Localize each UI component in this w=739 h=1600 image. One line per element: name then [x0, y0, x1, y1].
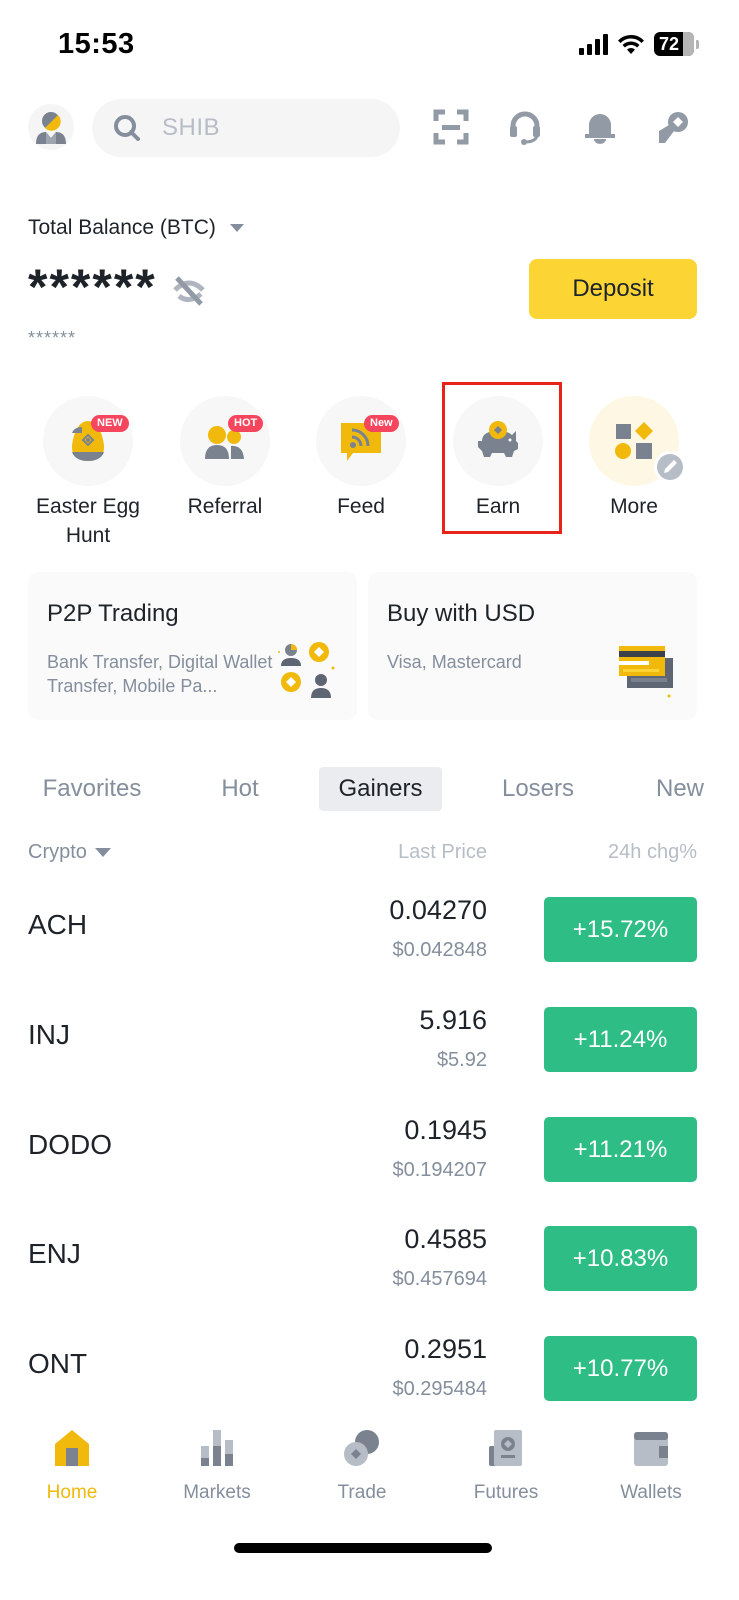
- hot-badge: HOT: [228, 415, 264, 432]
- usd-price: $0.457694: [392, 1268, 487, 1290]
- new-badge: New: [364, 415, 399, 432]
- home-indicator: [234, 1543, 492, 1553]
- more-apps-icon: [615, 422, 653, 459]
- market-row[interactable]: ACH 0.04270 $0.042848 +15.72%: [0, 895, 739, 1005]
- search-input[interactable]: SHIB: [92, 99, 400, 157]
- shortcut-grid: NEW Easter Egg Hunt HOT Referral New Fee…: [20, 396, 720, 556]
- notification-bell-icon[interactable]: [582, 109, 618, 145]
- card-subtitle: Bank Transfer, Digital Wallet Transfer, …: [47, 652, 273, 696]
- top-header: SHIB: [0, 97, 739, 161]
- total-balance-label: Total Balance (BTC): [28, 216, 216, 239]
- hide-balance-eye-icon[interactable]: [171, 272, 207, 308]
- shortcut-label: More: [610, 495, 658, 518]
- change-badge[interactable]: +10.83%: [544, 1226, 697, 1291]
- shortcut-label: Referral: [187, 495, 263, 518]
- futures-document-icon: [489, 1430, 522, 1466]
- last-price: 5.916: [419, 1005, 487, 1035]
- change-badge[interactable]: +11.24%: [544, 1007, 697, 1072]
- usd-price: $0.042848: [392, 939, 487, 961]
- card-title: Buy with USD: [387, 600, 536, 627]
- usd-price: $5.92: [436, 1049, 487, 1071]
- nav-trade[interactable]: Trade: [302, 1428, 422, 1504]
- last-price: 0.04270: [389, 895, 487, 925]
- market-row[interactable]: DODO 0.1945 $0.194207 +11.21%: [0, 1115, 739, 1225]
- battery-icon: 72: [654, 32, 694, 56]
- nav-label: Wallets: [620, 1482, 682, 1503]
- tab-gainers[interactable]: Gainers: [319, 767, 442, 811]
- tab-favorites[interactable]: Favorites: [28, 767, 156, 811]
- shortcut-easter-egg-hunt[interactable]: NEW Easter Egg Hunt: [20, 396, 156, 550]
- last-price: 0.1945: [404, 1115, 487, 1145]
- coin-symbol: DODO: [28, 1129, 112, 1160]
- home-icon: [55, 1430, 89, 1466]
- edit-pencil-icon[interactable]: [653, 450, 687, 484]
- caret-down-icon: [229, 224, 244, 232]
- change-badge[interactable]: +10.77%: [544, 1336, 697, 1401]
- nav-wallets[interactable]: Wallets: [591, 1428, 711, 1504]
- status-bar: 15:53 72: [0, 0, 739, 90]
- usd-price: $0.194207: [392, 1159, 487, 1181]
- last-price: 0.2951: [404, 1334, 487, 1364]
- bottom-nav: Home Markets Trade Futures Wallets: [0, 1420, 739, 1520]
- nav-label: Futures: [473, 1482, 539, 1503]
- nav-label: Markets: [183, 1482, 251, 1503]
- wifi-icon: [618, 34, 644, 54]
- usd-price: $0.295484: [392, 1378, 487, 1400]
- change-badge[interactable]: +15.72%: [544, 897, 697, 962]
- total-balance-selector[interactable]: Total Balance (BTC): [28, 216, 244, 240]
- market-row[interactable]: INJ 5.916 $5.92 +11.24%: [0, 1005, 739, 1115]
- coin-symbol: ONT: [28, 1348, 88, 1379]
- balance-fiat-value: ******: [28, 328, 77, 348]
- shortcut-more[interactable]: More: [566, 396, 702, 521]
- tab-hot[interactable]: Hot: [200, 767, 280, 811]
- nav-label: Home: [46, 1482, 98, 1503]
- search-icon: [114, 115, 140, 141]
- shortcut-label: Feed: [337, 495, 385, 518]
- wallet-icon: [634, 1432, 668, 1466]
- support-headset-icon[interactable]: [507, 109, 543, 145]
- tab-new[interactable]: New: [645, 767, 715, 811]
- card-subtitle: Visa, Mastercard: [387, 652, 522, 672]
- battery-level: 72: [659, 34, 680, 54]
- nav-markets[interactable]: Markets: [157, 1428, 277, 1504]
- last-price-header[interactable]: Last Price: [398, 841, 487, 864]
- status-time: 15:53: [58, 28, 135, 60]
- shortcut-feed[interactable]: New Feed: [293, 396, 429, 521]
- cellular-signal-icon: [579, 33, 608, 55]
- credit-card-icon: [619, 646, 673, 698]
- trade-coins-icon: [344, 1430, 379, 1466]
- caret-down-icon: [94, 848, 111, 857]
- user-avatar-icon: [36, 112, 66, 144]
- last-price: 0.4585: [404, 1224, 487, 1254]
- market-row[interactable]: ENJ 0.4585 $0.457694 +10.83%: [0, 1224, 739, 1334]
- crypto-sort-header[interactable]: Crypto: [28, 841, 111, 864]
- nav-futures[interactable]: Futures: [446, 1428, 566, 1504]
- change-badge[interactable]: +11.21%: [544, 1117, 697, 1182]
- coin-symbol: INJ: [28, 1019, 70, 1050]
- shortcut-referral[interactable]: HOT Referral: [157, 396, 293, 521]
- search-placeholder: SHIB: [162, 114, 221, 141]
- tab-losers[interactable]: Losers: [487, 767, 589, 811]
- card-title: P2P Trading: [47, 600, 179, 627]
- nav-label: Trade: [337, 1482, 387, 1503]
- buy-with-usd-card[interactable]: Buy with USD Visa, Mastercard: [368, 572, 697, 720]
- deposit-button[interactable]: Deposit: [529, 259, 697, 319]
- new-badge: NEW: [91, 415, 129, 432]
- change-header[interactable]: 24h chg%: [608, 841, 697, 864]
- p2p-exchange-icon: [278, 642, 335, 698]
- market-tabs: Favorites Hot Gainers Losers New: [0, 767, 739, 811]
- shortcut-label: Easter Egg Hunt: [36, 495, 140, 547]
- coin-symbol: ACH: [28, 909, 88, 940]
- crypto-column-label: Crypto: [28, 841, 87, 863]
- balance-value: ******: [28, 259, 157, 315]
- avatar[interactable]: [28, 104, 74, 150]
- referral-gift-icon[interactable]: [655, 109, 691, 145]
- markets-chart-icon: [201, 1430, 233, 1466]
- p2p-trading-card[interactable]: P2P Trading Bank Transfer, Digital Walle…: [28, 572, 357, 720]
- highlight-annotation-box: [442, 382, 562, 534]
- nav-home[interactable]: Home: [12, 1428, 132, 1504]
- coin-symbol: ENJ: [28, 1238, 81, 1269]
- scan-icon[interactable]: [433, 109, 469, 145]
